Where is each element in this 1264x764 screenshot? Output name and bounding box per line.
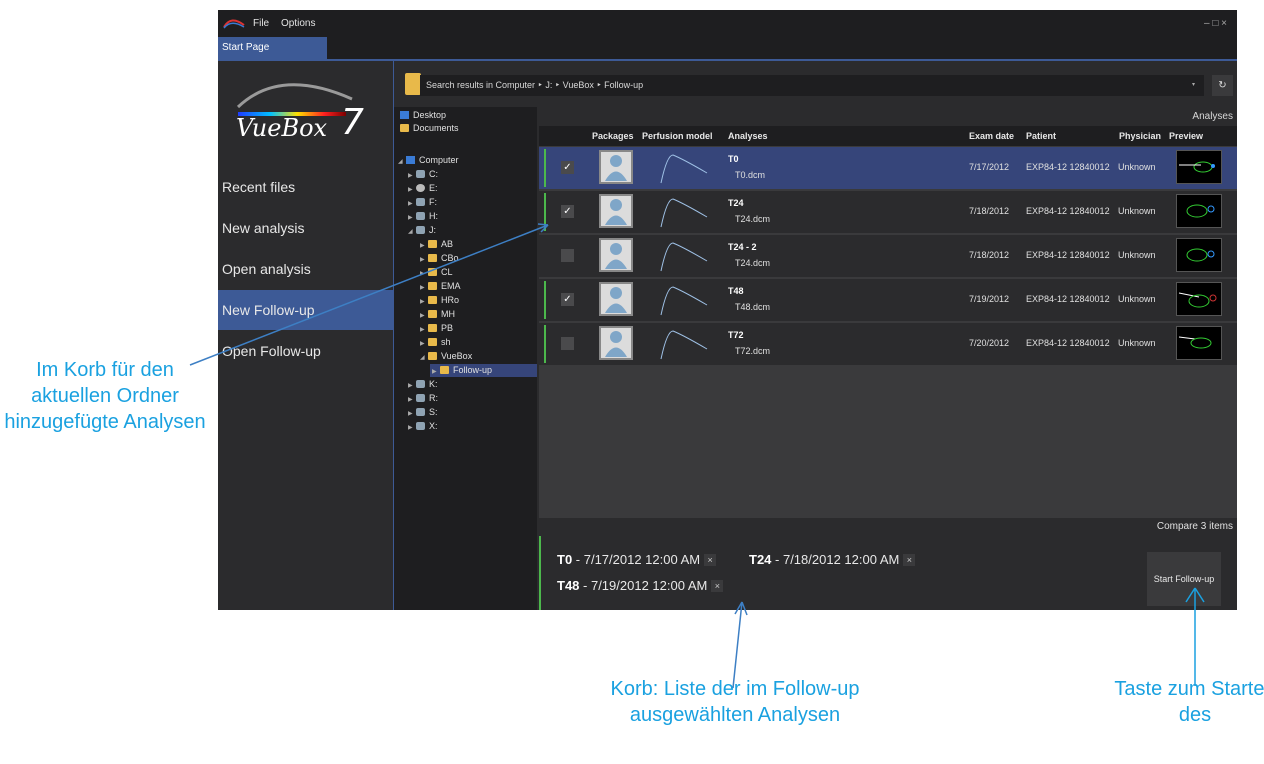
- annotation-bottom: Korb: Liste der im Follow-up ausgewählte…: [610, 678, 860, 726]
- annotation-left: Im Korb für den aktuellen Ordner hinzuge…: [4, 359, 206, 433]
- arrow-left: [189, 224, 549, 366]
- annotation-right: Taste zum Starten des: [1114, 678, 1264, 726]
